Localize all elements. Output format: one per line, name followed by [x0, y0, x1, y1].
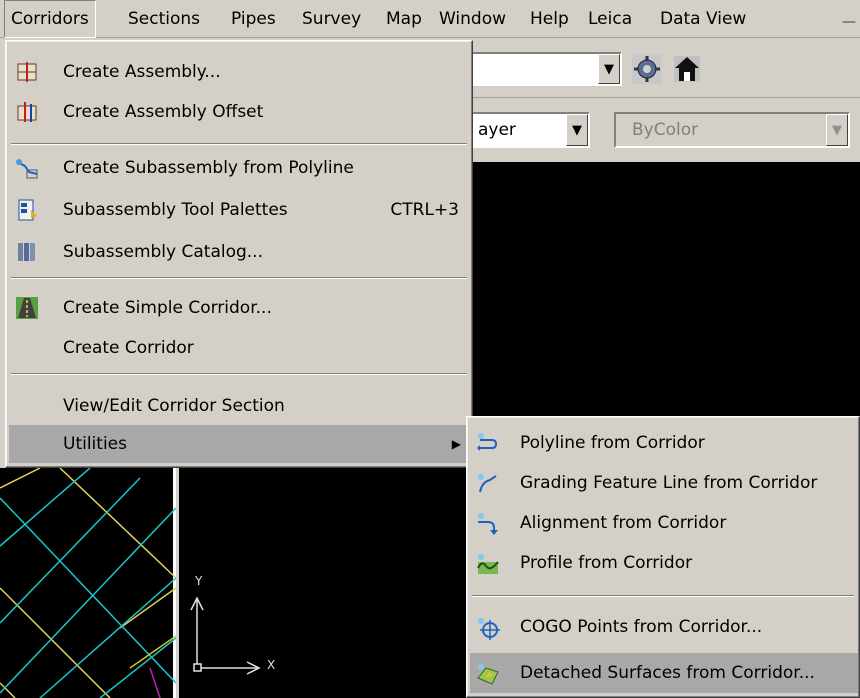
menu-data-view[interactable]: Data View: [654, 0, 752, 38]
menu-item-create-assembly-offset[interactable]: Create Assembly Offset: [9, 93, 469, 131]
menu-help[interactable]: Help: [524, 0, 575, 38]
menu-item-view-edit-corridor-section[interactable]: View/Edit Corridor Section: [9, 387, 469, 425]
chevron-down-icon: ▼: [832, 123, 842, 138]
menu-separator: [11, 277, 467, 279]
submenu-item-label: Polyline from Corridor: [520, 433, 705, 453]
layer-combo[interactable]: ayer ▼: [470, 112, 590, 148]
layer-dropdown-button[interactable]: ▼: [566, 114, 588, 146]
menu-item-label: Create Assembly Offset: [63, 102, 264, 122]
menu-item-utilities[interactable]: Utilities ▶: [9, 425, 469, 463]
feature-line-icon: [476, 471, 500, 495]
restore-dash[interactable]: —: [842, 14, 856, 30]
tool-palettes-icon: [15, 198, 39, 222]
menu-item-label: View/Edit Corridor Section: [63, 396, 285, 416]
submenu-item-profile-from-corridor[interactable]: Profile from Corridor: [470, 543, 858, 583]
menu-corridors[interactable]: Corridors: [4, 0, 96, 38]
profile-icon: [476, 551, 500, 575]
color-combo-text: ByColor: [632, 120, 699, 140]
drawing-viewport-bottom[interactable]: Y X: [179, 468, 469, 698]
submenu-item-label: Detached Surfaces from Corridor...: [520, 663, 815, 683]
combo-dropdown-button[interactable]: ▼: [598, 54, 620, 84]
menu-item-label: Create Simple Corridor...: [63, 298, 272, 318]
layer-combo-text: ayer: [478, 120, 516, 140]
subassembly-polyline-icon: [15, 156, 39, 180]
polyline-from-corridor-icon: [476, 431, 500, 455]
color-combo[interactable]: ByColor ▼: [614, 112, 850, 148]
menu-item-create-assembly[interactable]: Create Assembly...: [9, 53, 469, 91]
menu-leica[interactable]: Leica: [582, 0, 638, 38]
settings-gear-icon[interactable]: [630, 52, 664, 86]
menu-item-subassembly-catalog[interactable]: Subassembly Catalog...: [9, 233, 469, 271]
cogo-points-icon: [476, 615, 500, 640]
menu-item-shortcut: CTRL+3: [390, 200, 459, 220]
create-assembly-icon: [15, 60, 39, 84]
simple-corridor-icon: [15, 296, 39, 320]
toolbar-top: ▼: [470, 42, 860, 98]
submenu-arrow-icon: ▶: [451, 437, 461, 451]
submenu-item-label: Grading Feature Line from Corridor: [520, 473, 818, 493]
submenu-item-detached-surfaces[interactable]: Detached Surfaces from Corridor...: [470, 653, 858, 693]
submenu-item-label: Alignment from Corridor: [520, 513, 727, 533]
menu-item-label: Utilities: [63, 434, 127, 454]
toolbar-properties: ayer ▼ ByColor ▼: [470, 100, 860, 158]
menu-survey[interactable]: Survey: [296, 0, 367, 38]
menu-item-label: Create Assembly...: [63, 62, 221, 82]
corridor-linework: [0, 467, 177, 698]
menu-pipes[interactable]: Pipes: [225, 0, 282, 38]
ucs-y-label: Y: [195, 574, 203, 588]
menu-map[interactable]: Map: [380, 0, 428, 38]
utilities-submenu: Polyline from Corridor Grading Feature L…: [466, 416, 860, 698]
menu-item-label: Subassembly Catalog...: [63, 242, 263, 262]
color-dropdown-button[interactable]: ▼: [826, 114, 848, 146]
detached-surfaces-icon: [476, 661, 500, 685]
ucs-x-label: X: [267, 658, 276, 672]
menu-separator: [11, 143, 467, 145]
alignment-icon: [476, 511, 500, 535]
menu-item-label: Subassembly Tool Palettes: [63, 200, 288, 220]
workspace-combo[interactable]: ▼: [470, 52, 622, 86]
submenu-item-grading-feature-line[interactable]: Grading Feature Line from Corridor: [470, 463, 858, 503]
menu-item-create-simple-corridor[interactable]: Create Simple Corridor...: [9, 289, 469, 327]
corridors-dropdown-menu: Create Assembly... Create Assembly Offse…: [5, 40, 473, 468]
assembly-offset-icon: [15, 100, 39, 124]
menu-separator: [472, 595, 854, 597]
submenu-item-label: Profile from Corridor: [520, 553, 693, 573]
ucs-icon: [190, 596, 261, 675]
menu-item-subassembly-tool-palettes[interactable]: Subassembly Tool Palettes CTRL+3: [9, 191, 469, 229]
menu-sections[interactable]: Sections: [122, 0, 206, 38]
workspace-house-icon[interactable]: [670, 52, 704, 86]
menu-window[interactable]: Window: [433, 0, 512, 38]
menu-item-label: Create Subassembly from Polyline: [63, 158, 354, 178]
submenu-item-cogo-points[interactable]: COGO Points from Corridor...: [470, 607, 858, 647]
menu-item-create-corridor[interactable]: Create Corridor: [9, 329, 469, 367]
submenu-item-polyline-from-corridor[interactable]: Polyline from Corridor: [470, 423, 858, 463]
submenu-item-label: COGO Points from Corridor...: [520, 617, 763, 637]
catalog-icon: [15, 240, 39, 264]
chevron-down-icon: ▼: [604, 62, 614, 77]
menu-item-create-subassembly-from-polyline[interactable]: Create Subassembly from Polyline: [9, 149, 469, 187]
menu-item-label: Create Corridor: [63, 338, 194, 358]
menu-bar: Corridors Sections Pipes Survey Map Wind…: [0, 0, 860, 38]
submenu-item-alignment-from-corridor[interactable]: Alignment from Corridor: [470, 503, 858, 543]
menu-separator: [11, 373, 467, 375]
drawing-viewport-left[interactable]: [0, 467, 177, 698]
chevron-down-icon: ▼: [572, 123, 582, 138]
drawing-viewport-top[interactable]: [470, 162, 860, 422]
